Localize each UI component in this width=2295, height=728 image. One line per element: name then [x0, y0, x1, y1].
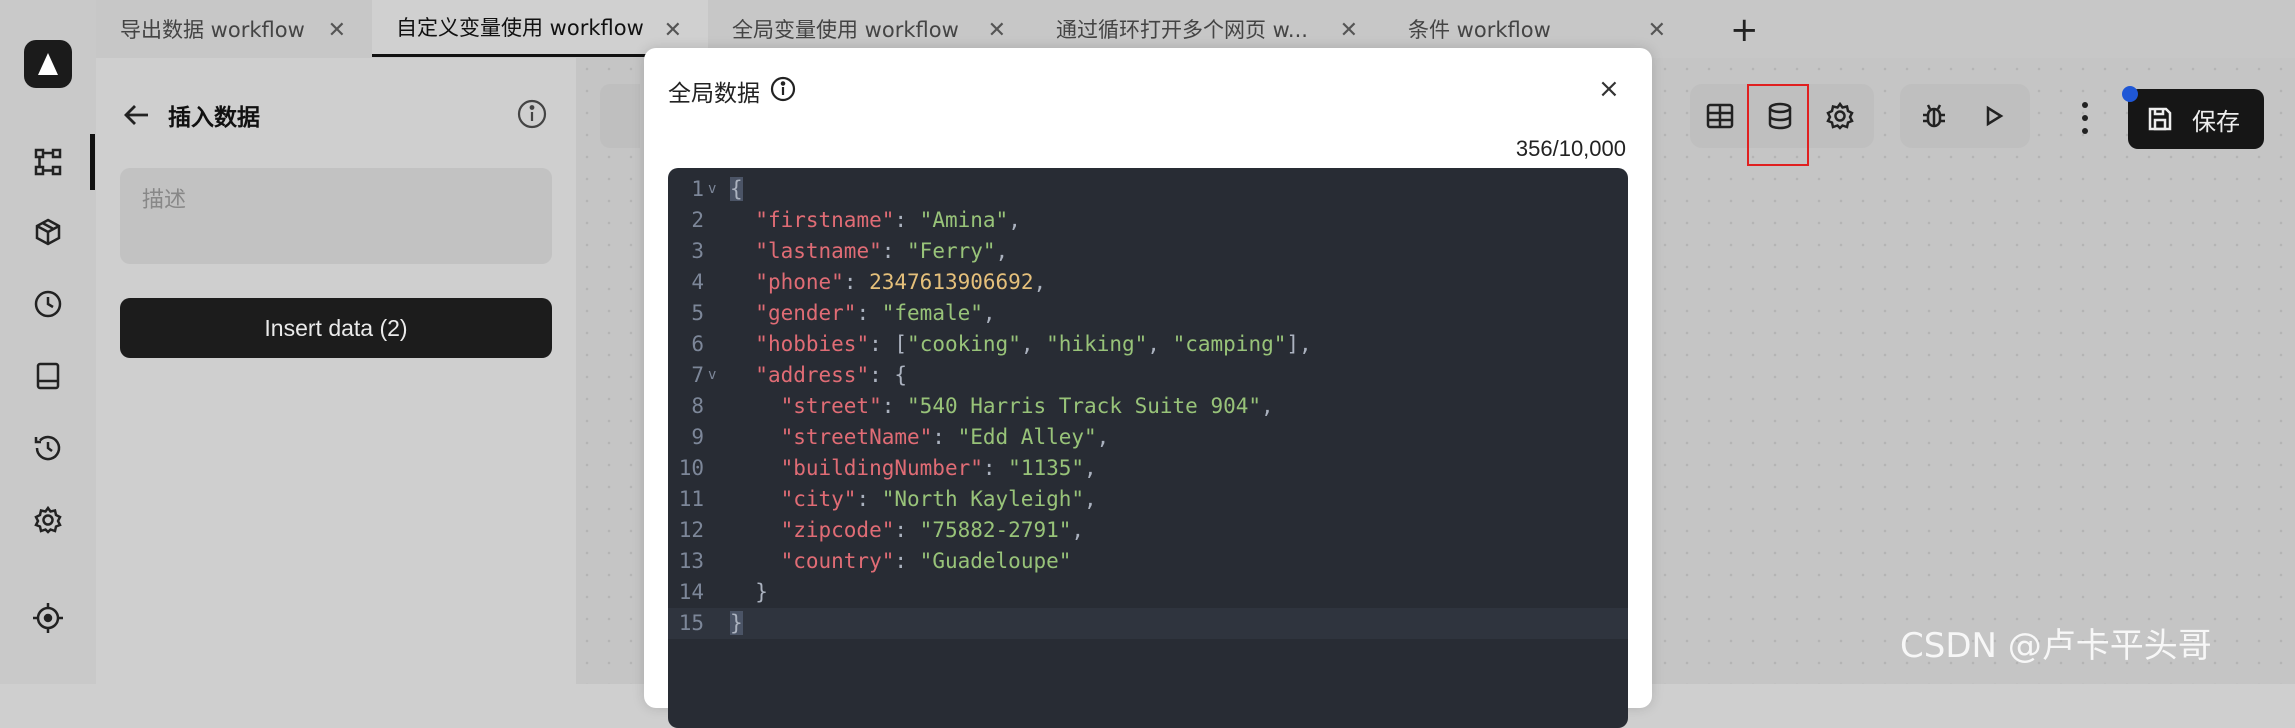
- line-number: 9: [691, 425, 704, 449]
- app-window: 导出数据 workflow ✕ 自定义变量使用 workflow ✕ 全局变量使…: [0, 0, 2295, 728]
- package-icon[interactable]: [30, 214, 66, 250]
- info-icon[interactable]: [770, 76, 796, 106]
- code-text: "gender": "female",: [755, 301, 996, 325]
- code-text: "firstname": "Amina",: [755, 208, 1021, 232]
- code-line[interactable]: 15}: [668, 608, 1628, 639]
- code-text: "address": {: [755, 363, 908, 387]
- line-number: 11: [678, 487, 704, 511]
- panel-title: 插入数据: [168, 105, 260, 131]
- save-icon: [2146, 105, 2174, 139]
- tab-export-data[interactable]: 导出数据 workflow ✕: [96, 0, 372, 57]
- code-line[interactable]: 12 "zipcode": "75882-2791",: [668, 515, 1628, 546]
- code-line[interactable]: 9 "streetName": "Edd Alley",: [668, 422, 1628, 453]
- arrow-left-icon[interactable]: [122, 100, 152, 134]
- code-text: "zipcode": "75882-2791",: [780, 518, 1085, 542]
- code-line[interactable]: 11 "city": "North Kayleigh",: [668, 484, 1628, 515]
- code-line[interactable]: 13 "country": "Guadeloupe": [668, 546, 1628, 577]
- tab-label: 自定义变量使用 workflow: [396, 16, 644, 40]
- code-line[interactable]: 3 "lastname": "Ferry",: [668, 236, 1628, 267]
- watermark: CSDN @卢卡平头哥: [1900, 626, 2212, 666]
- play-icon[interactable]: [1966, 84, 2022, 148]
- close-icon[interactable]: ✕: [328, 18, 346, 43]
- close-icon[interactable]: ✕: [664, 18, 682, 43]
- info-icon[interactable]: [516, 98, 548, 134]
- line-number: 6: [691, 332, 704, 356]
- line-number: 3: [691, 239, 704, 263]
- global-data-modal: 全局数据 × 356/10,000 1 v{2 "firstname": "Ami…: [644, 48, 1652, 728]
- code-line[interactable]: 1 v {: [668, 174, 1628, 205]
- settings-gear-icon[interactable]: [1812, 84, 1868, 148]
- fold-toggle-icon[interactable]: v: [708, 174, 716, 205]
- editor-toggle-button[interactable]: [600, 84, 640, 148]
- code-line[interactable]: 7v "address": {: [668, 360, 1628, 391]
- code-line[interactable]: 6 "hobbies": ["cooking", "hiking", "camp…: [668, 329, 1628, 360]
- json-editor[interactable]: 1 v{2 "firstname": "Amina", 3 "lastname": …: [668, 168, 1628, 728]
- toolbar-group-run: [1900, 84, 2030, 148]
- code-text: "phone": 2347613906692,: [755, 270, 1047, 294]
- unsaved-indicator-dot: [2122, 86, 2138, 102]
- code-text: "city": "North Kayleigh",: [780, 487, 1097, 511]
- code-line[interactable]: 8 "street": "540 Harris Track Suite 904"…: [668, 391, 1628, 422]
- gear-icon[interactable]: [30, 502, 66, 538]
- code-text: "lastname": "Ferry",: [755, 239, 1009, 263]
- line-number: 13: [678, 549, 704, 573]
- add-tab-button[interactable]: +: [1730, 10, 1759, 50]
- crosshair-icon[interactable]: [30, 600, 66, 636]
- tab-label: 通过循环打开多个网页 w...: [1056, 17, 1308, 42]
- block-settings-panel: 插入数据 描述 Insert data (2): [96, 58, 576, 684]
- sidebar: [0, 0, 97, 684]
- line-number: 4: [691, 270, 704, 294]
- code-line[interactable]: 2 "firstname": "Amina",: [668, 205, 1628, 236]
- line-number: 2: [691, 208, 704, 232]
- code-line[interactable]: 4 "phone": 2347613906692,: [668, 267, 1628, 298]
- code-text: }: [730, 611, 743, 635]
- code-line[interactable]: 14 }: [668, 577, 1628, 608]
- code-text: "hobbies": ["cooking", "hiking", "campin…: [755, 332, 1312, 356]
- description-input[interactable]: 描述: [120, 168, 552, 264]
- code-text: "streetName": "Edd Alley",: [780, 425, 1110, 449]
- highlight-box: [1747, 84, 1809, 166]
- line-number: 10: [678, 456, 704, 480]
- char-counter: 356/10,000: [1515, 136, 1626, 161]
- table-icon[interactable]: [1692, 84, 1748, 148]
- history-icon[interactable]: [30, 430, 66, 466]
- line-number: 14: [678, 580, 704, 604]
- code-line[interactable]: 10 "buildingNumber": "1135",: [668, 453, 1628, 484]
- code-text: "country": "Guadeloupe": [780, 549, 1072, 573]
- tab-label: 导出数据 workflow: [120, 17, 305, 42]
- close-icon[interactable]: ✕: [1340, 18, 1358, 43]
- more-vertical-icon[interactable]: [2080, 100, 2090, 140]
- line-number: 1: [691, 177, 704, 201]
- tab-label: 条件 workflow: [1408, 17, 1551, 42]
- close-icon[interactable]: ×: [1598, 74, 1620, 104]
- code-text: "street": "540 Harris Track Suite 904",: [780, 394, 1274, 418]
- bug-icon[interactable]: [1906, 84, 1962, 148]
- sidebar-active-indicator: [90, 134, 95, 190]
- modal-title: 全局数据: [668, 81, 760, 107]
- line-number: 7: [691, 363, 704, 387]
- clock-icon[interactable]: [30, 286, 66, 322]
- close-icon[interactable]: ✕: [988, 18, 1006, 43]
- fold-toggle-icon[interactable]: v: [708, 360, 716, 391]
- tab-label: 全局变量使用 workflow: [732, 17, 959, 42]
- code-line[interactable]: 5 "gender": "female",: [668, 298, 1628, 329]
- close-icon[interactable]: ✕: [1648, 18, 1666, 43]
- line-number: 8: [691, 394, 704, 418]
- app-logo[interactable]: [24, 40, 72, 88]
- code-text: {: [730, 177, 743, 201]
- line-number: 5: [691, 301, 704, 325]
- save-button[interactable]: 保存: [2128, 89, 2264, 149]
- line-number: 12: [678, 518, 704, 542]
- panel-icon[interactable]: [30, 358, 66, 394]
- code-text: }: [755, 580, 768, 604]
- line-number: 15: [678, 611, 704, 635]
- save-label: 保存: [2192, 107, 2240, 136]
- insert-data-button[interactable]: Insert data (2): [120, 298, 552, 358]
- code-text: "buildingNumber": "1135",: [780, 456, 1097, 480]
- workflow-icon[interactable]: [30, 144, 66, 180]
